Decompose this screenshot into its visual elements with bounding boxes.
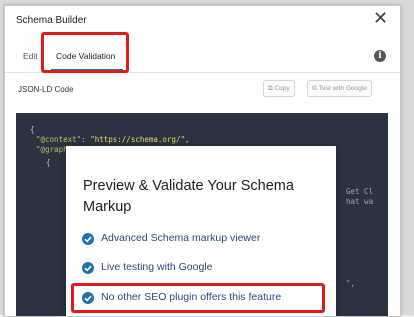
code-key: "@context": [36, 135, 82, 144]
code-line: "@context": "https://schema.org/",: [36, 135, 190, 144]
json-ld-code-label: JSON-LD Code: [18, 85, 74, 94]
dialog-titlebar: Schema Builder ✕: [5, 6, 400, 34]
google-icon: G: [312, 85, 318, 92]
code-fragment: Get Cl: [346, 187, 374, 196]
copy-button[interactable]: ⧉ Copy: [263, 80, 295, 97]
info-icon[interactable]: i: [374, 50, 386, 62]
schema-builder-dialog: Schema Builder ✕ Edit Code Validation i …: [4, 5, 401, 317]
code-string: "https://schema.org/",: [90, 135, 190, 144]
code-line: {: [46, 158, 51, 167]
code-line: {: [30, 125, 35, 134]
test-button-label: Test with Google: [318, 85, 367, 92]
feature-item: Live testing with Google: [82, 260, 322, 276]
feature-text: Live testing with Google: [101, 261, 213, 273]
test-with-google-button[interactable]: G Test with Google: [307, 80, 372, 97]
close-icon[interactable]: ✕: [373, 9, 388, 27]
feature-item: Advanced Schema markup viewer: [82, 231, 322, 247]
check-circle-icon: [82, 233, 94, 245]
dialog-title: Schema Builder: [16, 15, 87, 26]
copy-button-label: Copy: [274, 85, 290, 92]
code-punctuation: :: [81, 135, 91, 144]
modal-title: Preview & Validate Your Schema Markup: [83, 178, 294, 215]
code-fragment: hat wa: [346, 197, 374, 206]
tab-edit[interactable]: Edit: [23, 51, 38, 61]
highlight-box-feature: [71, 283, 325, 313]
code-fragment: ",: [346, 279, 356, 288]
check-circle-icon: [82, 262, 94, 274]
feature-text: Advanced Schema markup viewer: [101, 232, 261, 244]
highlight-box-tab: [41, 32, 129, 73]
